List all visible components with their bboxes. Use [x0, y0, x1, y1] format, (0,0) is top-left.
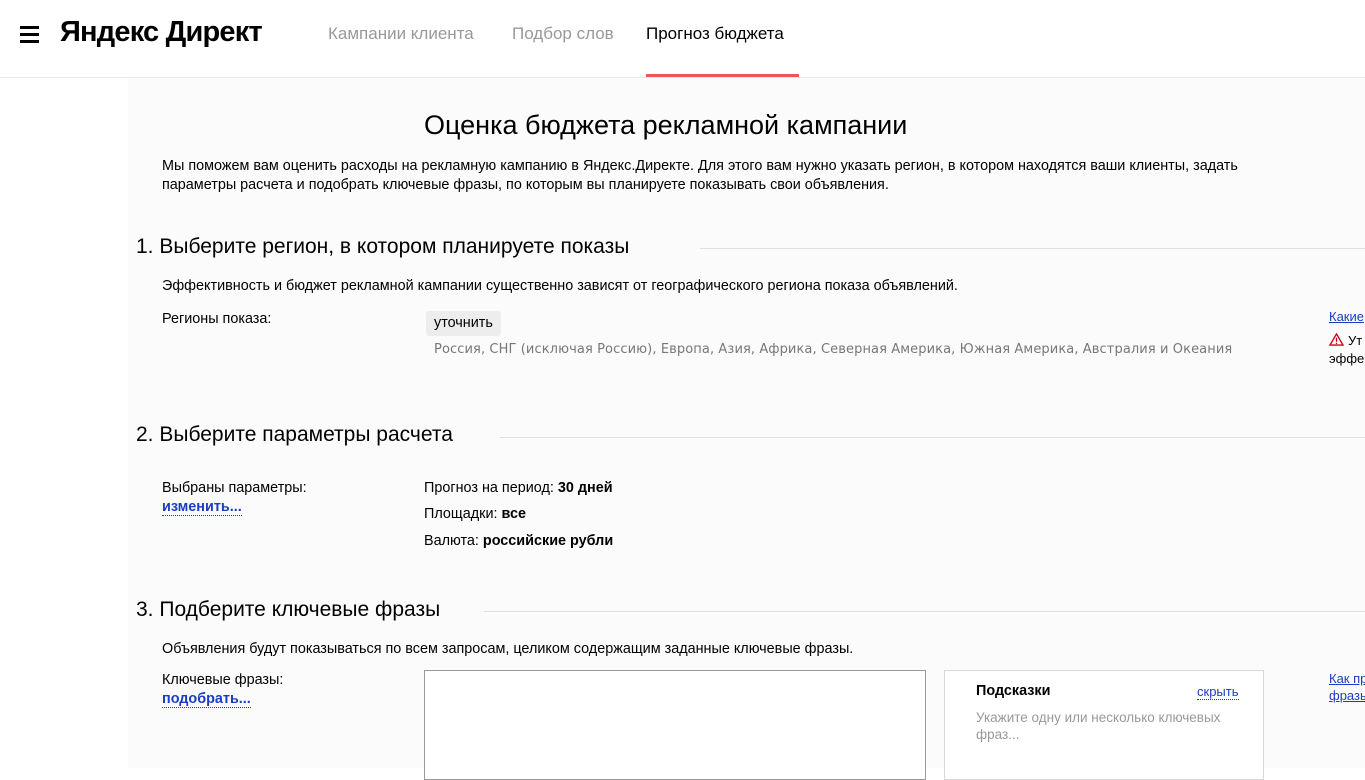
hints-panel: Подсказки скрыть Укажите одну или нескол…: [944, 670, 1264, 780]
pick-keywords-link[interactable]: подобрать...: [162, 691, 251, 708]
param-period: Прогноз на период: 30 дней: [424, 480, 613, 496]
warning-text-line2: эффе: [1329, 351, 1365, 366]
param-period-value: 30 дней: [557, 480, 613, 496]
section-keywords-heading: 3. Подберите ключевые фразы: [136, 598, 453, 622]
selected-params-label: Выбраны параметры:: [162, 480, 307, 496]
divider: [484, 611, 1365, 612]
menu-icon[interactable]: [20, 26, 40, 43]
change-params-link[interactable]: изменить...: [162, 499, 242, 516]
tab-word-selection[interactable]: Подбор слов: [512, 24, 614, 44]
active-tab-indicator: [646, 74, 799, 77]
divider: [700, 248, 1365, 249]
keywords-input[interactable]: [424, 670, 926, 780]
param-period-label: Прогноз на период:: [424, 480, 554, 496]
regions-list: Россия, СНГ (исключая Россию), Европа, А…: [434, 342, 1233, 357]
keywords-help-line1: Как пр: [1329, 671, 1365, 686]
keywords-help-line2: фразы: [1329, 688, 1365, 703]
page-title: Оценка бюджета рекламной кампании: [424, 110, 908, 140]
param-platforms: Площадки: все: [424, 506, 526, 522]
tab-budget-forecast[interactable]: Прогноз бюджета: [646, 24, 784, 44]
section-region-description: Эффективность и бюджет рекламной кампани…: [162, 278, 958, 294]
param-platforms-value: все: [501, 506, 526, 522]
warning-text-line1: Ут: [1348, 333, 1363, 348]
hints-title: Подсказки: [976, 683, 1051, 699]
regions-help-link[interactable]: Какие: [1329, 309, 1364, 324]
section-params-heading: 2. Выберите параметры расчета: [136, 423, 465, 447]
region-warning: Ут эффе: [1329, 332, 1364, 368]
keywords-label: Ключевые фразы:: [162, 672, 284, 688]
logo[interactable]: Яндекс Директ: [60, 16, 263, 49]
top-header: Яндекс Директ Кампании клиента Подбор сл…: [0, 0, 1365, 78]
section-keywords-description: Объявления будут показываться по всем за…: [162, 641, 854, 657]
param-currency-label: Валюта:: [424, 533, 479, 549]
param-currency: Валюта: российские рубли: [424, 533, 613, 549]
tab-client-campaigns[interactable]: Кампании клиента: [328, 24, 474, 44]
intro-text: Мы поможем вам оценить расходы на реклам…: [162, 158, 1238, 193]
hide-hints-link[interactable]: скрыть: [1197, 685, 1239, 700]
param-currency-value: российские рубли: [482, 533, 614, 549]
regions-label: Регионы показа:: [162, 311, 272, 327]
hints-text: Укажите одну или несколько ключевых фраз…: [976, 710, 1221, 742]
clarify-region-button[interactable]: уточнить: [426, 311, 501, 336]
param-platforms-label: Площадки:: [424, 506, 498, 522]
section-region-heading: 1. Выберите регион, в котором планируете…: [136, 235, 642, 259]
warning-icon: [1329, 333, 1344, 346]
divider: [500, 437, 1365, 438]
keywords-help-link[interactable]: Как пр фразы: [1329, 670, 1365, 704]
